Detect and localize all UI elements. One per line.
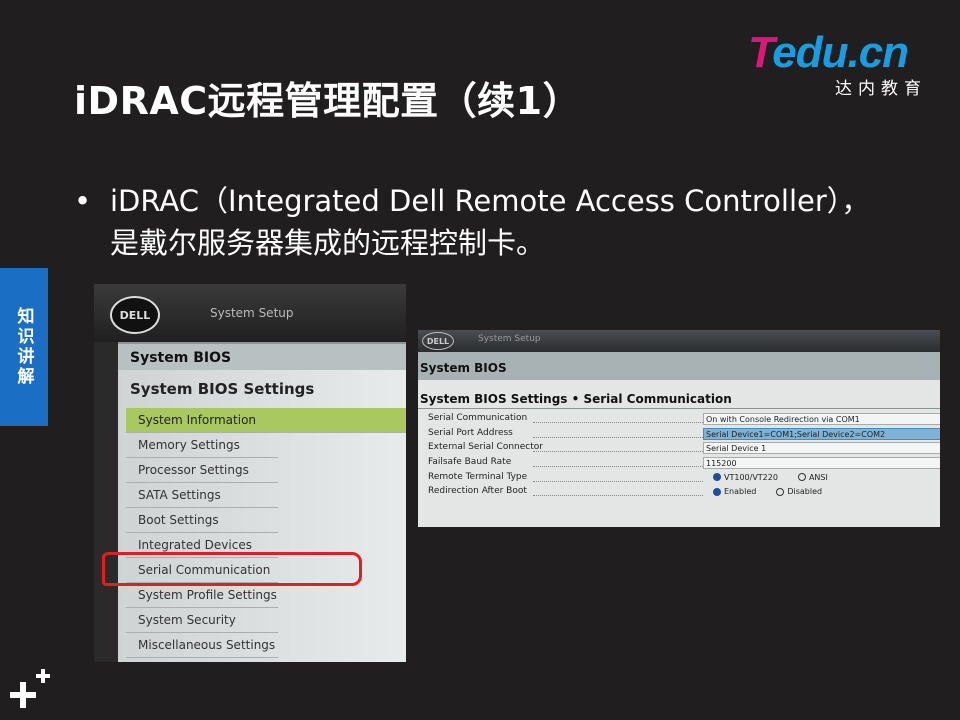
external-serial-connector-select[interactable]: Serial Device 1	[703, 442, 940, 455]
setup-header: DELL System Setup	[94, 284, 406, 342]
serial-settings-list: Serial Communication On with Console Red…	[428, 413, 940, 501]
leader-dots	[533, 436, 703, 438]
bullet-line-1: iDRAC（Integrated Dell Remote Access Cont…	[110, 184, 871, 218]
radio-enabled-selected[interactable]	[713, 487, 721, 496]
leader-dots	[533, 422, 703, 423]
bullet-dot-icon: •	[74, 184, 92, 218]
side-tab: 知识讲解	[0, 268, 48, 426]
setup-header-2: DELL System Setup	[418, 330, 940, 352]
setting-label: Serial Port Address	[428, 427, 513, 438]
menu-item-sata-settings[interactable]: SATA Settings	[126, 483, 278, 508]
remote-terminal-type-radios: VT100/VT220 ANSI	[713, 473, 828, 482]
menu-item-system-security[interactable]: System Security	[126, 608, 278, 633]
dell-logo-icon-2: DELL	[422, 332, 454, 350]
setting-label: Redirection After Boot	[428, 486, 527, 497]
bullet-line-2: 是戴尔服务器集成的远程控制卡。	[110, 226, 546, 260]
bios-panel: System BIOS System BIOS Settings System …	[118, 342, 406, 662]
redirection-after-boot-radios: Enabled Disabled	[713, 487, 822, 496]
menu-item-system-information[interactable]: System Information	[126, 408, 406, 433]
red-circle-annotation	[102, 552, 362, 586]
setting-row: Remote Terminal Type VT100/VT220 ANSI	[428, 472, 940, 487]
setting-label: External Serial Connector	[428, 442, 543, 453]
slide-title: iDRAC远程管理配置（续1）	[74, 79, 582, 123]
menu-item-boot-settings[interactable]: Boot Settings	[126, 508, 278, 533]
bios-settings-title: System BIOS Settings	[130, 380, 315, 398]
radio-disabled[interactable]	[776, 487, 785, 496]
radio-label-disabled: Disabled	[787, 487, 823, 497]
bios-menu-list: System Information Memory Settings Proce…	[126, 408, 406, 658]
dell-logo-icon: DELL	[110, 296, 160, 334]
logo-subtitle: 达内教育	[835, 79, 927, 99]
radio-vt100-selected[interactable]	[713, 473, 721, 482]
bullet-point: • iDRAC（Integrated Dell Remote Access Co…	[74, 180, 934, 264]
menu-item-memory-settings[interactable]: Memory Settings	[126, 433, 278, 458]
radio-label-enabled: Enabled	[724, 487, 757, 497]
leader-dots	[533, 480, 703, 482]
setting-row: Serial Port Address Serial Device1=COM1;…	[428, 427, 940, 443]
menu-item-miscellaneous-settings[interactable]: Miscellaneous Settings	[126, 633, 278, 658]
setup-title: System Setup	[210, 306, 294, 320]
leader-dots	[533, 495, 703, 497]
leader-dots	[533, 466, 703, 468]
leader-dots	[533, 451, 703, 453]
bios-menu-photo: DELL System Setup System BIOS System BIO…	[94, 284, 406, 662]
radio-label-ansi: ANSI	[808, 472, 828, 482]
plus-logo-icon	[10, 669, 50, 708]
title-divider	[418, 408, 940, 409]
setup-title-2: System Setup	[478, 334, 541, 344]
serial-port-address-select[interactable]: Serial Device1=COM1;Serial Device2=COM2	[703, 427, 940, 440]
setting-row: Redirection After Boot Enabled Disabled	[428, 486, 940, 501]
tedu-logo: Tedu.cn 达内教育	[748, 28, 933, 100]
side-tab-label: 知识讲解	[13, 307, 34, 387]
failsafe-baud-rate-select[interactable]: 115200	[703, 457, 940, 470]
serial-comm-title: System BIOS Settings • Serial Communicat…	[420, 392, 732, 406]
setting-row: Failsafe Baud Rate 115200	[428, 457, 940, 472]
logo-wordmark: Tedu.cn	[748, 28, 909, 77]
radio-ansi[interactable]	[797, 473, 806, 482]
menu-item-system-profile-settings[interactable]: System Profile Settings	[126, 583, 278, 608]
serial-communication-select[interactable]: On with Console Redirection via COM1	[703, 413, 940, 425]
setting-label: Serial Communication	[428, 413, 528, 423]
setting-label: Failsafe Baud Rate	[428, 457, 512, 468]
radio-label-vt100: VT100/VT220	[724, 472, 778, 482]
setting-row: Serial Communication On with Console Red…	[428, 413, 940, 428]
bios-bar: System BIOS	[118, 342, 406, 370]
menu-item-processor-settings[interactable]: Processor Settings	[126, 458, 278, 483]
serial-comm-photo: DELL System Setup System BIOS System BIO…	[418, 330, 940, 527]
bios-bar-2: System BIOS	[418, 352, 940, 380]
setting-label: Remote Terminal Type	[428, 471, 528, 482]
setting-row: External Serial Connector Serial Device …	[428, 442, 940, 457]
